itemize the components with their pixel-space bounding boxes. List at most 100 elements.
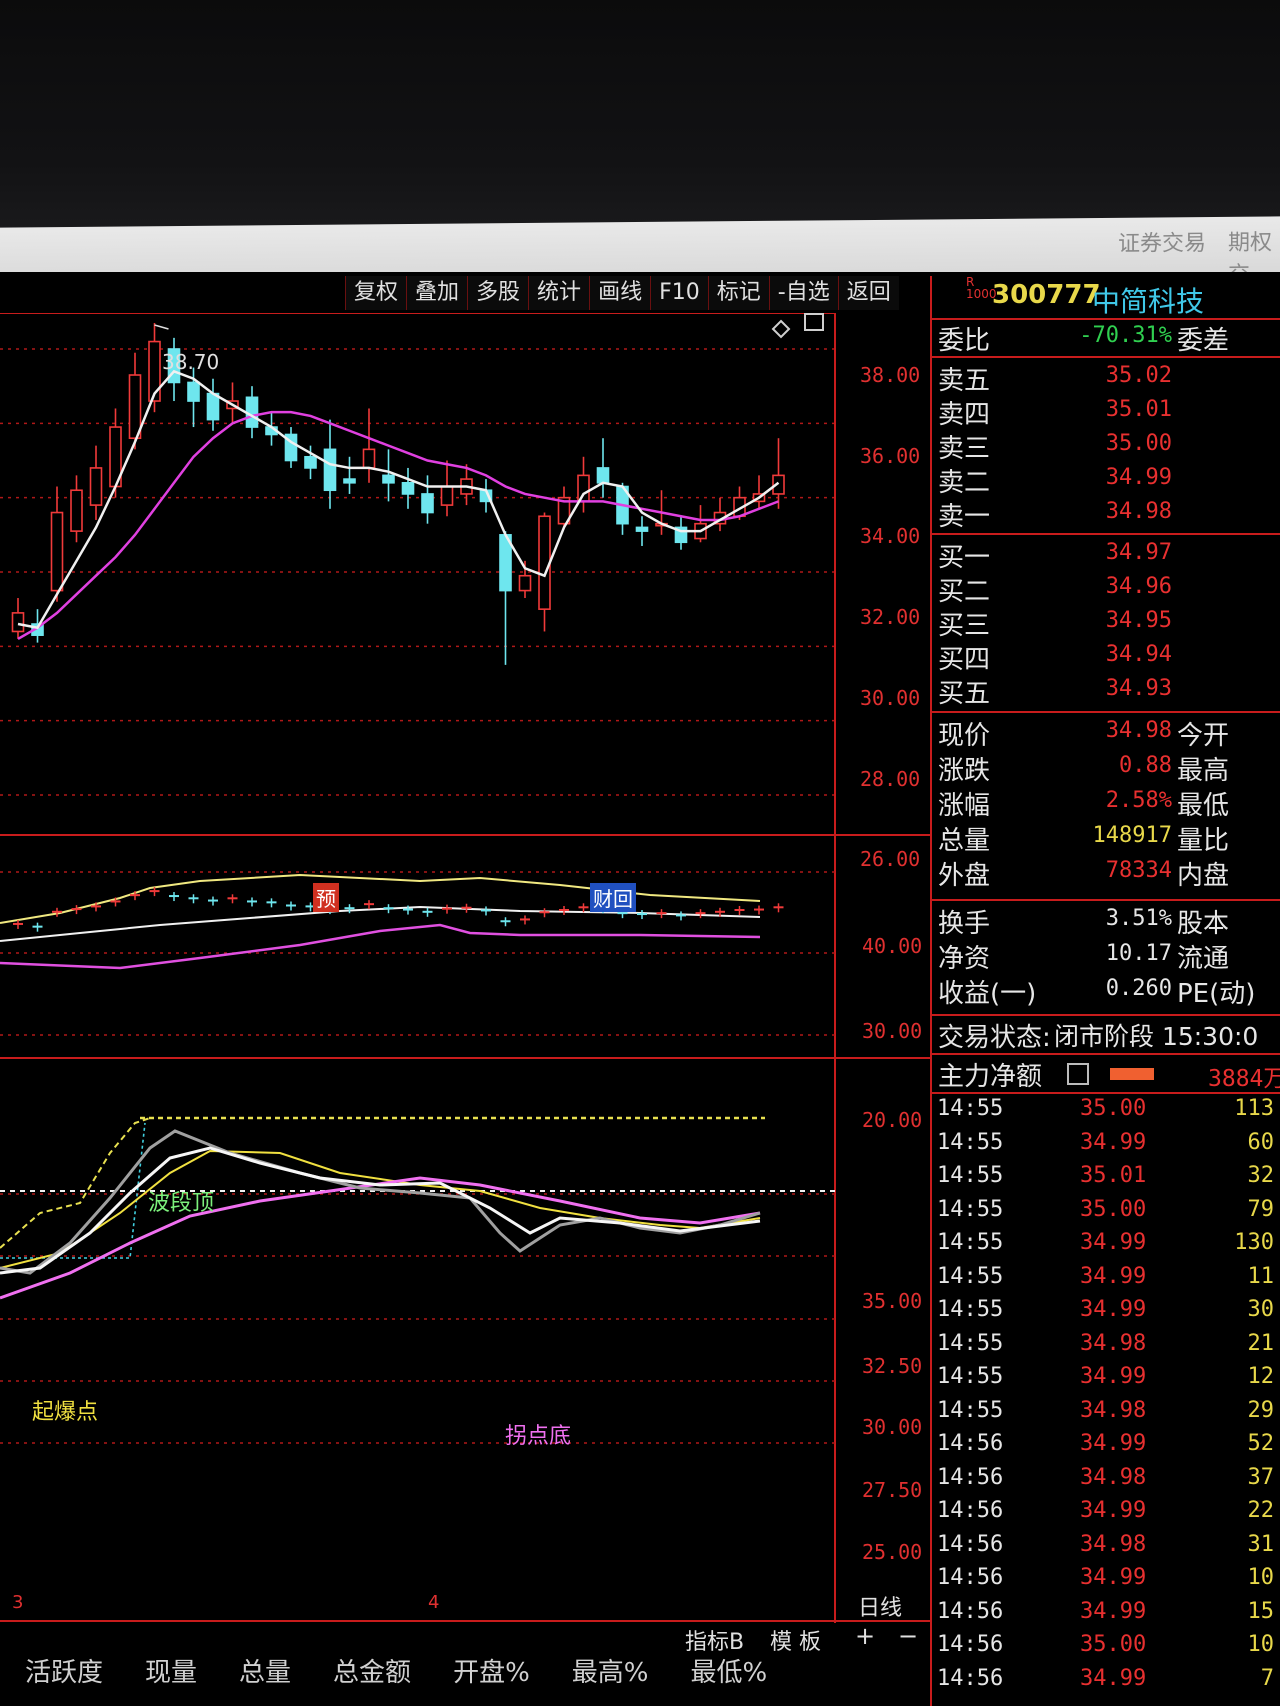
tick-price: 35.00 <box>1080 1632 1147 1657</box>
bid-row: 买三 34.95 <box>932 605 1280 641</box>
quote-value: 0.88 <box>1119 753 1172 778</box>
label-breakout: 起爆点 <box>32 1400 99 1425</box>
quote-label: 涨跌 <box>938 756 991 786</box>
tick-volume: 130 <box>1234 1230 1274 1255</box>
toolbar-overlay-button[interactable]: 叠加 <box>406 276 468 310</box>
toolbar-stats-button[interactable]: 统计 <box>528 276 590 310</box>
quote-label2: 最低 <box>1177 791 1230 821</box>
tick-price: 34.98 <box>1080 1397 1147 1423</box>
minus-button[interactable]: − <box>898 1622 918 1650</box>
stat-label: 换手 <box>938 909 991 939</box>
tick-price: 34.99 <box>1080 1230 1147 1255</box>
candle-body <box>421 493 434 514</box>
tick-volume: 60 <box>1247 1129 1275 1155</box>
candle-body <box>538 515 551 610</box>
marker-caihui[interactable]: 财回 <box>590 883 636 912</box>
ask-row: 卖二 34.99 <box>932 462 1280 498</box>
tick-row: 14:55 34.98 29 <box>932 1398 1280 1432</box>
ask-row: 卖一 34.98 <box>932 496 1280 532</box>
stat-label2: 流通 <box>1177 944 1230 974</box>
add-button[interactable]: + <box>855 1622 875 1650</box>
toolbar-draw-button[interactable]: 画线 <box>589 276 651 310</box>
bid-value: 34.96 <box>1105 574 1172 599</box>
stock-title: R 1000 300777 中简科技 <box>932 276 1280 318</box>
toolbar-fuquan-button[interactable]: 复权 <box>345 276 407 310</box>
bid-label: 买三 <box>938 611 991 641</box>
tick-volume: 52 <box>1247 1431 1275 1456</box>
trade-status-label: 交易状态: <box>938 1023 1051 1053</box>
tick-volume: 30 <box>1247 1297 1275 1322</box>
tick-price: 34.98 <box>1080 1531 1147 1557</box>
tick-time: 14:55 <box>937 1330 1004 1356</box>
marker-yu[interactable]: 预 <box>313 883 339 912</box>
ask-value: 34.99 <box>1105 465 1172 490</box>
toolbar-back-button[interactable]: 返回 <box>837 276 899 310</box>
list-icon[interactable] <box>1067 1063 1089 1085</box>
candle-body <box>323 448 337 492</box>
toolbar-multistock-button[interactable]: 多股 <box>467 276 529 310</box>
col-open-pct[interactable]: 开盘% <box>453 1652 530 1692</box>
quote-value: 148917 <box>1092 823 1172 848</box>
candle-body <box>382 474 395 484</box>
candle-body <box>128 374 142 440</box>
col-total-volume[interactable]: 总量 <box>239 1652 291 1692</box>
chart-toolbar: 复权 叠加 多股 统计 画线 F10 标记 -自选 返回 <box>345 276 899 310</box>
quote-value: 78334 <box>1105 858 1172 883</box>
bid-label: 买四 <box>938 645 991 675</box>
bid-value: 34.95 <box>1105 608 1172 633</box>
ask-value: 35.00 <box>1105 431 1172 456</box>
col-turnover[interactable]: 总金额 <box>333 1652 411 1692</box>
tick-volume: 79 <box>1247 1196 1275 1222</box>
tick-volume: 10 <box>1247 1632 1275 1657</box>
col-high-pct[interactable]: 最高% <box>572 1652 649 1692</box>
tick-row: 14:56 34.99 22 <box>932 1498 1280 1532</box>
stat-row: 换手 3.51% 股本 <box>932 903 1280 939</box>
tick-row: 14:55 34.99 130 <box>932 1230 1280 1264</box>
toolbar-f10-button[interactable]: F10 <box>650 276 708 310</box>
ask-label: 卖四 <box>938 400 991 430</box>
col-low-pct[interactable]: 最低% <box>691 1652 768 1692</box>
link-securities-trade[interactable]: 证券交易 <box>1118 225 1206 258</box>
stat-row: 净资 10.17 流通 <box>932 938 1280 974</box>
peak-price-label: 38.70 <box>162 350 220 374</box>
trade-status-value: 闭市阶段 15:30:0 <box>1054 1022 1259 1051</box>
quote-row: 总量 148917 量比 <box>932 820 1280 856</box>
bid-label: 买五 <box>938 679 991 709</box>
stat-label2: 股本 <box>1177 909 1230 939</box>
candle-body <box>362 448 376 469</box>
stock-name: 中简科技 <box>1092 285 1205 318</box>
tick-time: 14:56 <box>937 1565 1004 1590</box>
tick-volume: 113 <box>1234 1096 1274 1121</box>
ask-label: 卖五 <box>938 366 991 396</box>
tick-row: 14:55 34.99 60 <box>932 1130 1280 1164</box>
period-daily-label[interactable]: 日线 <box>858 1590 902 1622</box>
quote-row: 现价 34.98 今开 <box>932 715 1280 751</box>
trade-status-row: 交易状态: 闭市阶段 15:30:0 <box>932 1017 1280 1053</box>
tick-row: 14:55 35.01 32 <box>932 1163 1280 1197</box>
quote-label2: 今开 <box>1177 721 1230 751</box>
quote-row: 涨幅 2.58% 最低 <box>932 785 1280 821</box>
tick-price: 34.99 <box>1080 1129 1147 1155</box>
col-activity[interactable]: 活跃度 <box>25 1652 103 1692</box>
tick-row: 14:55 35.00 113 <box>932 1096 1280 1130</box>
kline-chart[interactable] <box>0 313 930 1623</box>
quote-row: 涨跌 0.88 最高 <box>932 750 1280 786</box>
ask-row: 卖三 35.00 <box>932 428 1280 464</box>
tick-volume: 10 <box>1247 1565 1275 1590</box>
quote-value: 34.98 <box>1105 718 1172 743</box>
candle-body <box>70 489 83 532</box>
col-volume-now[interactable]: 现量 <box>145 1652 197 1692</box>
ask-value: 35.01 <box>1105 397 1172 422</box>
bid-row: 买二 34.96 <box>932 571 1280 607</box>
table-column-header: 活跃度 现量 总量 总金额 开盘% 最高% 最低% <box>0 1652 930 1692</box>
flow-bar <box>1110 1068 1154 1080</box>
candle-body <box>206 392 220 421</box>
weibi-label: 委比 <box>938 326 991 356</box>
tick-volume: 22 <box>1247 1498 1275 1523</box>
bid-value: 34.93 <box>1105 676 1172 701</box>
toolbar-mark-button[interactable]: 标记 <box>707 276 769 310</box>
tick-volume: 15 <box>1247 1598 1275 1624</box>
quote-value: 2.58% <box>1105 788 1172 813</box>
toolbar-watchlist-button[interactable]: -自选 <box>768 276 838 310</box>
main-flow-label: 主力净额 <box>938 1062 1043 1092</box>
